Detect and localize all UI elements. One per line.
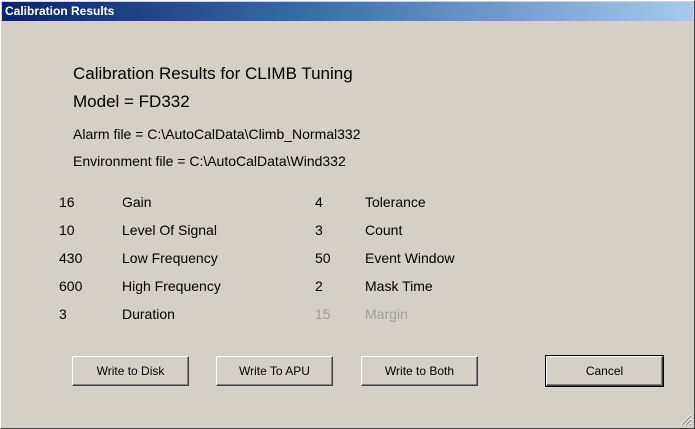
calibration-results-dialog: Calibration Results Calibration Results … bbox=[0, 0, 695, 429]
results-heading: Calibration Results for CLIMB Tuning bbox=[73, 64, 353, 83]
count-value: 3 bbox=[315, 222, 323, 238]
gain-label: Gain bbox=[122, 194, 152, 210]
level-of-signal-label: Level Of Signal bbox=[122, 222, 217, 238]
gain-value: 16 bbox=[59, 194, 75, 210]
tolerance-label: Tolerance bbox=[365, 194, 426, 210]
write-to-both-button[interactable]: Write to Both bbox=[361, 356, 478, 386]
high-frequency-label: High Frequency bbox=[122, 278, 221, 294]
title-bar[interactable]: Calibration Results bbox=[2, 2, 693, 21]
duration-label: Duration bbox=[122, 306, 175, 322]
low-frequency-value: 430 bbox=[59, 250, 83, 266]
cancel-button[interactable]: Cancel bbox=[545, 355, 664, 387]
count-label: Count bbox=[365, 222, 403, 238]
duration-value: 3 bbox=[59, 306, 67, 322]
high-frequency-value: 600 bbox=[59, 278, 83, 294]
write-to-apu-button[interactable]: Write To APU bbox=[216, 356, 333, 386]
window-title: Calibration Results bbox=[5, 4, 115, 18]
environment-file-label: Environment file = C:\AutoCalData\Wind33… bbox=[73, 153, 346, 169]
level-of-signal-value: 10 bbox=[59, 222, 75, 238]
model-label: Model = FD332 bbox=[73, 92, 190, 111]
event-window-value: 50 bbox=[315, 250, 331, 266]
alarm-file-label: Alarm file = C:\AutoCalData\Climb_Normal… bbox=[73, 126, 361, 142]
margin-value: 15 bbox=[315, 306, 331, 322]
write-to-disk-button[interactable]: Write to Disk bbox=[72, 356, 189, 386]
event-window-label: Event Window bbox=[365, 250, 455, 266]
mask-time-label: Mask Time bbox=[365, 278, 433, 294]
resize-grip-icon[interactable] bbox=[680, 414, 692, 426]
margin-label: Margin bbox=[365, 306, 408, 322]
low-frequency-label: Low Frequency bbox=[122, 250, 218, 266]
tolerance-value: 4 bbox=[315, 194, 323, 210]
mask-time-value: 2 bbox=[315, 278, 323, 294]
